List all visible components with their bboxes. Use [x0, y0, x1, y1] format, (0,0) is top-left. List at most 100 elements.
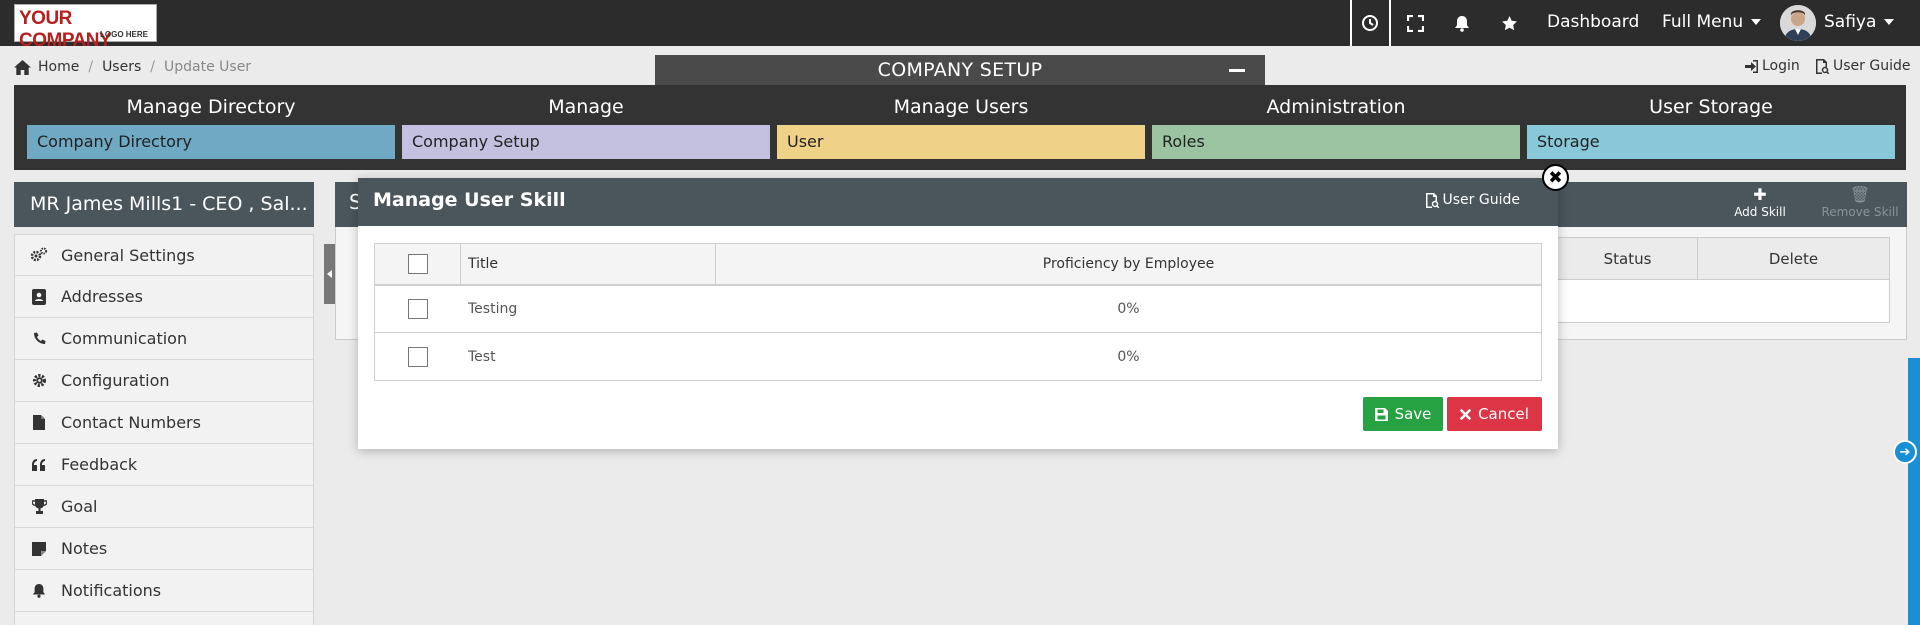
- remove-skill-label: Remove Skill: [1821, 205, 1899, 219]
- column-header-title[interactable]: Title: [461, 244, 716, 284]
- category-user-storage: User Storage Storage: [1527, 85, 1895, 159]
- sign-in-icon: [1745, 59, 1758, 73]
- select-all-cell: [375, 244, 461, 284]
- bell-icon: [29, 583, 49, 598]
- modal-user-guide-link[interactable]: User Guide: [1425, 192, 1520, 208]
- category-administration: Administration Roles: [1152, 85, 1520, 159]
- add-skill-button[interactable]: ✚ Add Skill: [1715, 185, 1805, 219]
- side-drawer-handle[interactable]: [1908, 358, 1920, 625]
- bell-icon[interactable]: [1451, 12, 1473, 34]
- category-item-company-setup[interactable]: Company Setup: [402, 125, 770, 159]
- fullscreen-icon[interactable]: [1404, 12, 1426, 34]
- user-menu-dropdown[interactable]: Safiya: [1824, 12, 1895, 32]
- file-icon: [29, 415, 49, 430]
- menu-item-label: Notes: [61, 539, 108, 558]
- full-menu-label: Full Menu: [1662, 12, 1744, 32]
- phone-icon: [29, 332, 49, 345]
- category-item-storage[interactable]: Storage: [1527, 125, 1895, 159]
- dashboard-link[interactable]: Dashboard: [1547, 12, 1639, 32]
- menu-item-label: Configuration: [61, 371, 170, 390]
- column-header-status[interactable]: Status: [1558, 238, 1698, 280]
- breadcrumb-home[interactable]: Home: [38, 59, 79, 75]
- user-skill-table: Status Delete: [1557, 237, 1890, 323]
- skill-grid-header: Title Proficiency by Employee: [375, 244, 1541, 286]
- menu-item-more[interactable]: [14, 612, 314, 625]
- gears-icon: [29, 247, 49, 263]
- plus-icon: ✚: [1753, 185, 1767, 204]
- row-checkbox[interactable]: [408, 299, 428, 319]
- modal-header: Manage User Skill User Guide: [358, 178, 1558, 226]
- home-icon: [14, 59, 31, 75]
- address-book-icon: [29, 288, 49, 305]
- breadcrumb-separator: /: [88, 59, 94, 75]
- breadcrumb-current: Update User: [164, 59, 252, 75]
- username-label: Safiya: [1824, 12, 1877, 32]
- category-heading: User Storage: [1649, 96, 1773, 118]
- menu-item-general-settings[interactable]: General Settings: [14, 234, 314, 276]
- row-checkbox[interactable]: [408, 346, 428, 367]
- menu-item-addresses[interactable]: Addresses: [14, 276, 314, 318]
- gear-icon: [29, 373, 49, 388]
- trophy-icon: [29, 499, 49, 514]
- trash-icon: 🗑: [1849, 185, 1871, 204]
- category-item-user[interactable]: User: [777, 125, 1145, 159]
- floppy-disk-icon: [1374, 407, 1388, 421]
- table-row[interactable]: Testing 0%: [375, 286, 1541, 333]
- skill-title: Test: [468, 348, 496, 365]
- save-button[interactable]: Save: [1363, 397, 1443, 431]
- select-all-checkbox[interactable]: [407, 254, 428, 274]
- quote-icon: [29, 458, 49, 471]
- skill-proficiency[interactable]: 0%: [716, 301, 1541, 317]
- menu-item-feedback[interactable]: Feedback: [14, 444, 314, 486]
- star-icon[interactable]: [1498, 12, 1520, 34]
- user-guide-link[interactable]: User Guide: [1815, 58, 1910, 74]
- category-item-company-directory[interactable]: Company Directory: [27, 125, 395, 159]
- table-row[interactable]: Test 0%: [375, 333, 1541, 380]
- chevron-down-icon: [1884, 19, 1895, 25]
- column-header-delete[interactable]: Delete: [1698, 238, 1889, 280]
- category-manage-directory: Manage Directory Company Directory: [27, 85, 395, 159]
- modal-close-icon[interactable]: ✖: [1542, 164, 1569, 191]
- minimize-icon[interactable]: [1229, 69, 1245, 72]
- skill-proficiency[interactable]: 0%: [716, 349, 1541, 365]
- top-navbar: YOUR COMPANY LOGO HERE Dashboard Full Me…: [0, 0, 1920, 51]
- arrow-right-circle-icon[interactable]: ➔: [1893, 440, 1917, 464]
- menu-item-notifications[interactable]: Notifications: [14, 570, 314, 612]
- row-checkbox-cell: [375, 286, 461, 332]
- menu-item-goal[interactable]: Goal: [14, 486, 314, 528]
- user-avatar[interactable]: [1780, 5, 1816, 41]
- category-heading: Manage: [548, 96, 624, 118]
- category-heading: Manage Users: [893, 96, 1029, 118]
- close-icon: [1460, 408, 1471, 420]
- menu-item-contact-numbers[interactable]: Contact Numbers: [14, 402, 314, 444]
- category-item-roles[interactable]: Roles: [1152, 125, 1520, 159]
- menu-item-configuration[interactable]: Configuration: [14, 360, 314, 402]
- user-settings-menu: General Settings Addresses Communication…: [14, 234, 314, 625]
- breadcrumb-separator: /: [150, 59, 155, 75]
- clock-icon[interactable]: [1359, 12, 1381, 34]
- category-manage-users: Manage Users User: [777, 85, 1145, 159]
- logo-sub-text: LOGO HERE: [99, 30, 148, 39]
- menu-item-label: Communication: [61, 329, 188, 348]
- category-strip: Manage Directory Company Directory Manag…: [14, 85, 1906, 170]
- column-header-proficiency[interactable]: Proficiency by Employee: [716, 256, 1541, 272]
- user-name-header: MR James Mills1 - CEO , Sal...: [14, 182, 314, 227]
- menu-item-notes[interactable]: Notes: [14, 528, 314, 570]
- breadcrumb-users[interactable]: Users: [102, 59, 141, 75]
- category-manage: Manage Company Setup: [402, 85, 770, 159]
- menu-item-communication[interactable]: Communication: [14, 318, 314, 360]
- menu-item-label: Goal: [61, 497, 98, 516]
- login-link[interactable]: Login: [1745, 58, 1800, 74]
- save-label: Save: [1394, 405, 1432, 423]
- sticky-note-icon: [29, 541, 49, 556]
- skill-title: Testing: [468, 301, 518, 317]
- login-label: Login: [1762, 58, 1800, 74]
- company-logo[interactable]: YOUR COMPANY LOGO HERE: [14, 4, 157, 51]
- menu-item-label: Feedback: [61, 455, 138, 474]
- category-heading: Manage Directory: [126, 96, 296, 118]
- modal-user-guide-label: User Guide: [1442, 192, 1520, 208]
- chevron-down-icon: [1751, 19, 1762, 25]
- cancel-button[interactable]: Cancel: [1447, 397, 1542, 431]
- remove-skill-button[interactable]: 🗑 Remove Skill: [1810, 185, 1910, 219]
- full-menu-dropdown[interactable]: Full Menu: [1662, 12, 1762, 32]
